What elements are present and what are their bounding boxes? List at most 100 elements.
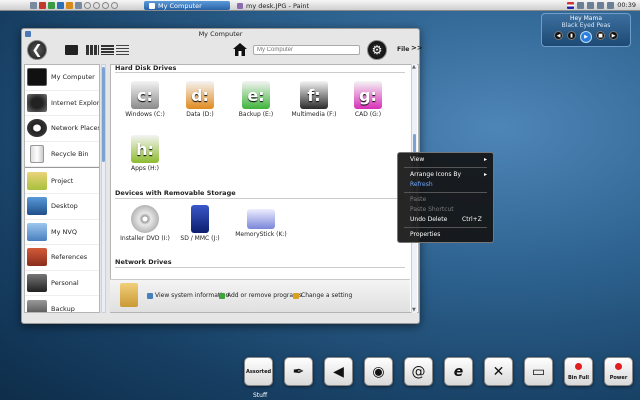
- world-map-icon: [27, 93, 47, 112]
- change-setting-link[interactable]: Change a setting: [293, 292, 352, 299]
- drive-label: SD / MMC (J:): [180, 235, 220, 242]
- pause-icon[interactable]: ▮: [567, 31, 576, 40]
- sidebar-item-label: Personal: [51, 279, 79, 288]
- drive-c-icon: c:: [131, 81, 159, 109]
- scroll-down-icon[interactable]: ▼: [412, 307, 417, 313]
- menu-item-arrange-icons[interactable]: Arrange Icons By ▸: [398, 170, 493, 180]
- volume-icon[interactable]: [587, 1, 595, 9]
- menu-item-shortcut: Ctrl+Z: [462, 216, 482, 223]
- scroll-up-icon[interactable]: ▲: [412, 64, 417, 70]
- speaker-icon[interactable]: ◀: [324, 357, 353, 386]
- network-icon[interactable]: [597, 1, 605, 9]
- quick-launch-icon[interactable]: [66, 1, 73, 9]
- taskbar-task-my-computer[interactable]: My Computer: [144, 1, 230, 10]
- quick-launch: [0, 1, 118, 9]
- sidebar-item-label: Project: [51, 176, 74, 185]
- sidebar-item-my-nvq[interactable]: My NVQ: [25, 220, 99, 246]
- top-taskbar: My Computer my desk.JPG - Paint 00:39: [0, 0, 640, 11]
- dock-item-bin-full[interactable]: Bin Full: [564, 357, 593, 386]
- home-icon[interactable]: [232, 42, 248, 57]
- drive-j-sd[interactable]: SD / MMC (J:): [174, 205, 226, 242]
- sidebar-item-network-places[interactable]: Network Places: [25, 116, 99, 142]
- sidebar-item-internet-explorer[interactable]: Internet Explorer: [25, 91, 99, 117]
- task-link-label: Add or remove programs: [227, 292, 302, 299]
- sidebar-item-desktop[interactable]: Desktop: [25, 194, 99, 220]
- drive-i-dvd[interactable]: Installer DVD (I:): [119, 205, 171, 242]
- menu-item-properties[interactable]: Properties: [398, 230, 493, 240]
- programs-icon: [219, 292, 225, 299]
- tray-icon[interactable]: [607, 1, 615, 9]
- play-icon[interactable]: ▶: [580, 31, 592, 43]
- drive-k-memorystick[interactable]: MemoryStick (K:): [235, 205, 287, 238]
- divider: [115, 267, 405, 268]
- view-thumbnails-icon[interactable]: [65, 45, 78, 55]
- file-menu[interactable]: File: [397, 46, 409, 53]
- drive-e[interactable]: e: Backup (E:): [230, 81, 282, 118]
- stop-icon[interactable]: ■: [596, 31, 605, 40]
- content-pane: Hard Disk Drives c: Windows (C:) d: Data…: [110, 64, 419, 313]
- quick-launch-icon[interactable]: [84, 1, 91, 9]
- view-list-icon[interactable]: [101, 45, 114, 55]
- drive-label: MemoryStick (K:): [235, 231, 287, 238]
- previous-icon[interactable]: ◀: [554, 31, 563, 40]
- menu-item-refresh[interactable]: Refresh: [398, 180, 493, 190]
- quick-launch-icon[interactable]: [75, 1, 82, 9]
- dock-item-assorted[interactable]: Assorted: [244, 357, 273, 386]
- sidebar-item-label: Desktop: [51, 202, 78, 211]
- quick-launch-icon[interactable]: [111, 1, 118, 9]
- quick-launch-icon[interactable]: [93, 1, 100, 9]
- sidebar-item-backup[interactable]: Backup: [25, 296, 99, 312]
- view-details-icon[interactable]: [116, 45, 129, 55]
- quick-launch-icon[interactable]: [57, 1, 64, 9]
- taskbar-task-paint[interactable]: my desk.JPG - Paint: [232, 1, 342, 10]
- project-folder-icon: [27, 171, 47, 190]
- back-button[interactable]: ❮: [27, 40, 47, 60]
- sidebar-item-references[interactable]: References: [25, 245, 99, 271]
- sidebar-item-personal[interactable]: Personal: [25, 271, 99, 297]
- drive-label: Installer DVD (I:): [120, 235, 170, 242]
- drive-h[interactable]: h: Apps (H:): [119, 135, 171, 172]
- tools-icon[interactable]: ✕: [484, 357, 513, 386]
- add-remove-programs-link[interactable]: Add or remove programs: [219, 292, 302, 299]
- sidebar-item-my-computer[interactable]: My Computer: [25, 65, 99, 91]
- quick-launch-icon[interactable]: [48, 1, 55, 9]
- quick-launch-icon[interactable]: [39, 1, 46, 9]
- clock[interactable]: 00:39: [617, 1, 636, 9]
- bin-full-icon: [575, 363, 582, 370]
- drive-label: Backup (E:): [238, 111, 274, 118]
- sidebar-scrollbar[interactable]: [101, 64, 106, 313]
- drive-c[interactable]: c: Windows (C:): [119, 81, 171, 118]
- menu-item-view[interactable]: View ▸: [398, 155, 493, 165]
- pen-icon[interactable]: ✒: [284, 357, 313, 386]
- view-system-info-link[interactable]: View system information: [147, 292, 229, 299]
- email-icon[interactable]: @: [404, 357, 433, 386]
- drive-f[interactable]: f: Multimedia (F:): [288, 81, 340, 118]
- music-player-widget: Hey Mama Black Eyed Peas ◀ ▮ ▶ ■ ▶: [541, 13, 631, 47]
- system-tray: 00:39: [567, 1, 636, 9]
- internet-explorer-icon[interactable]: e: [444, 357, 473, 386]
- tray-icon[interactable]: [577, 1, 585, 9]
- computer-icon[interactable]: ▭: [524, 357, 553, 386]
- quick-launch-icon[interactable]: [102, 1, 109, 9]
- settings-gear-button[interactable]: ⚙: [367, 40, 387, 60]
- drive-d[interactable]: d: Data (D:): [174, 81, 226, 118]
- more-chevron-icon[interactable]: >>: [411, 44, 423, 52]
- dock-item-label: Bin Full: [568, 375, 589, 381]
- dock-caption: Stuff: [253, 392, 268, 399]
- language-flag-icon[interactable]: [567, 1, 575, 9]
- drive-label: Apps (H:): [131, 165, 159, 172]
- view-tiles-icon[interactable]: [86, 45, 99, 55]
- task-label: my desk.JPG - Paint: [246, 1, 310, 10]
- firefox-icon[interactable]: ◉: [364, 357, 393, 386]
- drive-f-icon: f:: [300, 81, 328, 109]
- dock-item-power[interactable]: Power: [604, 357, 633, 386]
- scrollbar-thumb[interactable]: [102, 67, 105, 162]
- next-icon[interactable]: ▶: [609, 31, 618, 40]
- menu-item-label: Arrange Icons By: [410, 171, 462, 178]
- drive-g[interactable]: g: CAD (G:): [342, 81, 394, 118]
- address-bar[interactable]: [253, 45, 360, 55]
- sidebar-item-project[interactable]: Project: [25, 168, 99, 194]
- quick-launch-icon[interactable]: [30, 1, 37, 9]
- sidebar-item-recycle-bin[interactable]: Recycle Bin: [25, 142, 99, 168]
- menu-item-undo-delete[interactable]: Undo Delete Ctrl+Z: [398, 215, 493, 225]
